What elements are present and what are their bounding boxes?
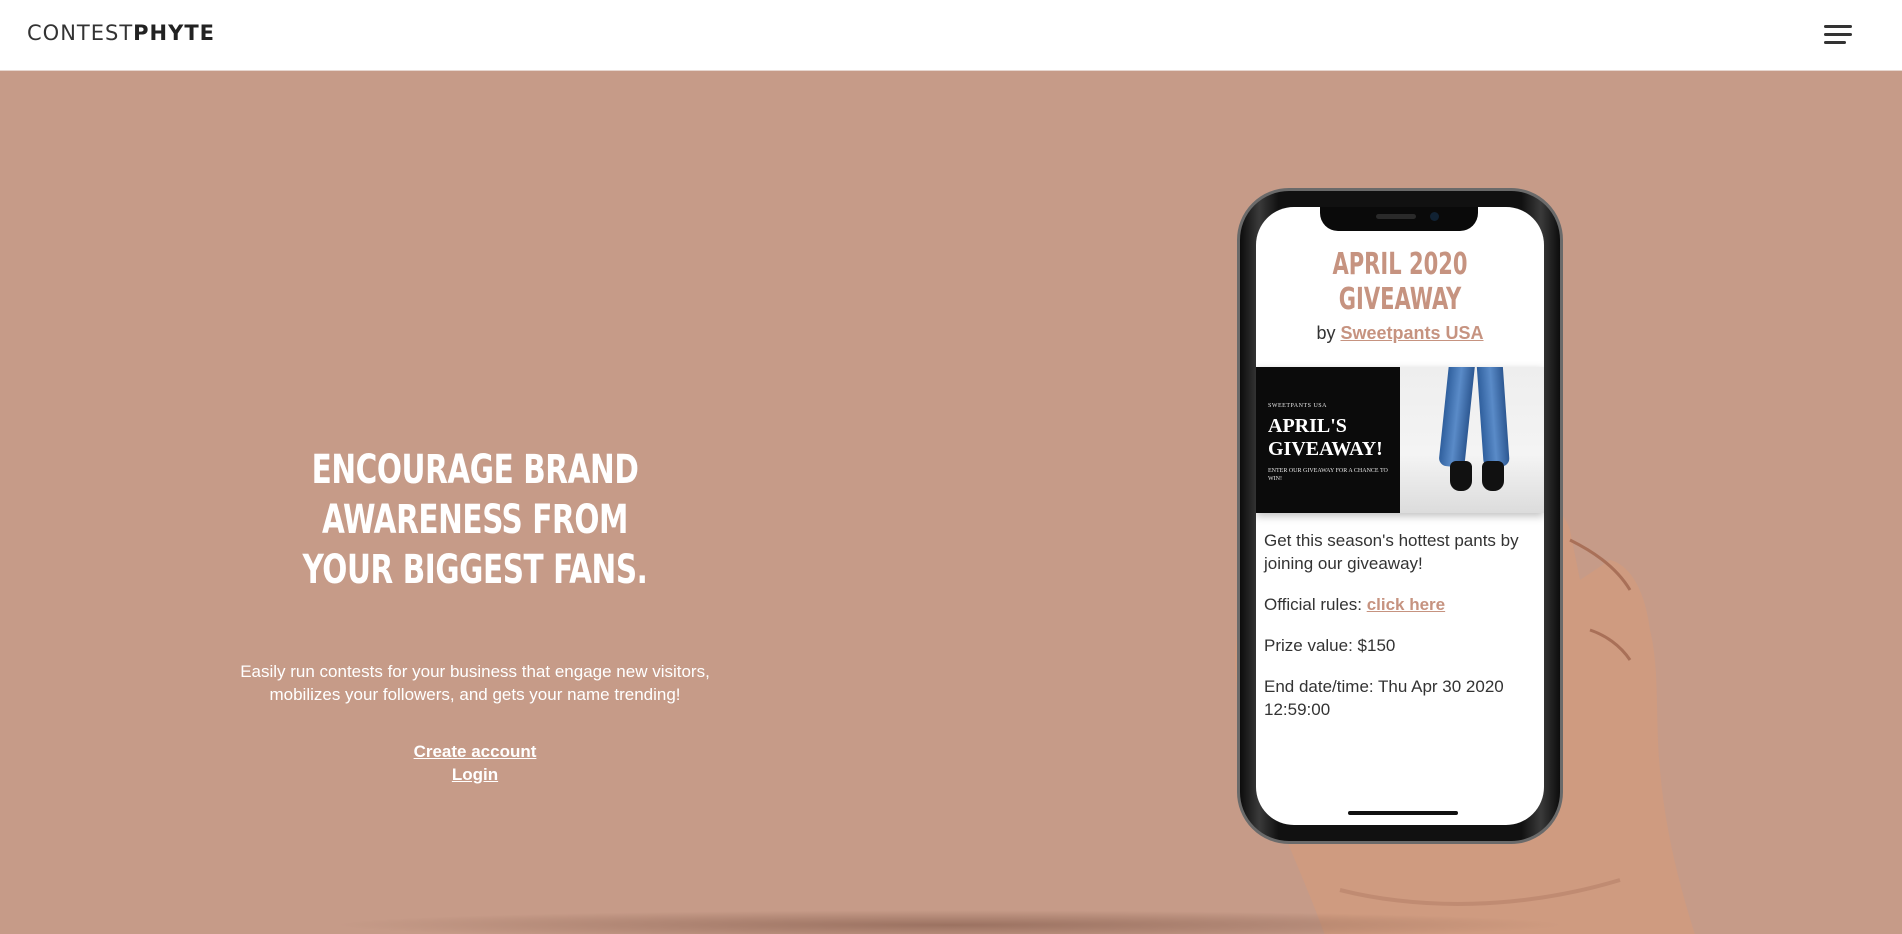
promo-brand: SWEETPANTS USA [1268,403,1327,409]
home-indicator [1348,811,1458,815]
hero-title-line-2: YOUR BIGGEST FANS. [302,547,648,593]
site-logo[interactable]: CONTEST PHYTE [27,20,215,46]
create-account-link[interactable]: Create account [414,740,537,763]
promo-headline: APRIL'S GIVEAWAY! [1268,415,1383,460]
hamburger-menu-button[interactable] [1824,18,1862,50]
hero-subtitle-line-1: Easily run contests for your business th… [240,662,710,681]
brand-link[interactable]: Sweetpants USA [1340,323,1483,343]
camera-icon [1430,212,1439,221]
logo-text-bold: PHYTE [133,21,215,45]
promo-banner: SWEETPANTS USA APRIL'S GIVEAWAY! ENTER O… [1256,367,1544,513]
rules-label: Official rules: [1264,595,1362,614]
hero-title: ENCOURAGE BRAND AWARENESS FROM YOUR BIGG… [240,445,711,595]
hero-title-line-1: ENCOURAGE BRAND AWARENESS FROM [311,447,639,543]
phone-screen: APRIL 2020 GIVEAWAY by Sweetpants USA SW… [1256,207,1544,825]
promo-photo [1400,367,1544,513]
speaker-icon [1376,214,1416,219]
rules-link[interactable]: click here [1367,595,1445,614]
official-rules: Official rules: click here [1264,593,1536,616]
logo-text-light: CONTEST [27,21,134,45]
byline-prefix: by [1316,323,1336,343]
promo-text-panel: SWEETPANTS USA APRIL'S GIVEAWAY! ENTER O… [1256,367,1400,513]
giveaway-title: APRIL 2020 GIVEAWAY [1332,247,1468,317]
hero-subtitle: Easily run contests for your business th… [188,660,762,706]
phone-mockup: APRIL 2020 GIVEAWAY by Sweetpants USA SW… [1237,188,1563,844]
promo-caption: ENTER OUR GIVEAWAY FOR A CHANCE TO WIN! [1268,468,1388,482]
section-shadow [330,910,1570,934]
hero-subtitle-line-2: mobilizes your followers, and gets your … [269,685,681,704]
login-link[interactable]: Login [452,763,498,786]
giveaway-byline: by Sweetpants USA [1256,323,1544,344]
phone-notch [1320,207,1478,231]
giveaway-details: Get this season's hottest pants by joini… [1264,529,1536,739]
top-navigation-bar: CONTEST PHYTE [0,0,1902,71]
hamburger-icon [1824,24,1852,28]
end-date: End date/time: Thu Apr 30 2020 12:59:00 [1264,677,1504,719]
prize-value: Prize value: $150 [1264,636,1396,655]
giveaway-description: Get this season's hottest pants by joini… [1264,531,1519,573]
hero-links: Create account Login [188,740,762,786]
hero-section: ENCOURAGE BRAND AWARENESS FROM YOUR BIGG… [188,445,762,786]
